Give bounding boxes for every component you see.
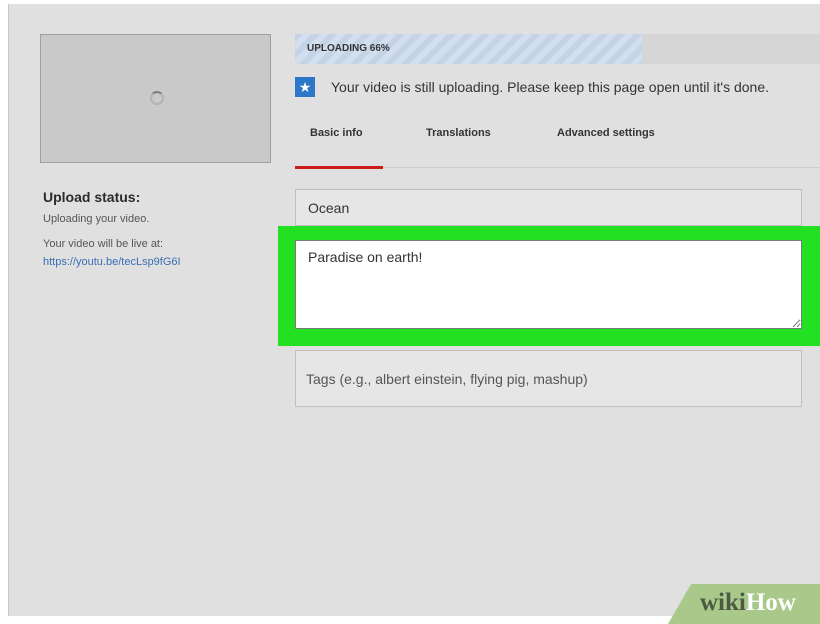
active-tab-indicator: [295, 166, 383, 169]
tab-advanced-settings[interactable]: Advanced settings: [557, 127, 655, 139]
star-icon: ★: [295, 77, 315, 97]
video-thumbnail: [40, 34, 271, 163]
tab-translations[interactable]: Translations: [426, 127, 491, 139]
upload-progress-label: UPLOADING 66%: [307, 43, 390, 54]
upload-status-text: Uploading your video.: [43, 213, 150, 225]
tab-basic-info[interactable]: Basic info: [310, 127, 363, 139]
description-input[interactable]: Paradise on earth!: [295, 240, 802, 329]
title-input[interactable]: [295, 189, 802, 226]
tags-input[interactable]: [295, 350, 802, 407]
video-link[interactable]: https://youtu.be/tecLsp9fG6I: [43, 256, 181, 268]
live-at-label: Your video will be live at:: [43, 238, 164, 250]
upload-notice-text: Your video is still uploading. Please ke…: [331, 79, 770, 95]
upload-progress-bar: UPLOADING 66%: [295, 34, 820, 64]
loading-spinner-icon: [150, 91, 164, 105]
upload-status-title: Upload status:: [43, 189, 141, 205]
tab-divider: [383, 167, 820, 168]
wikihow-logo: wikiHow: [700, 589, 796, 616]
